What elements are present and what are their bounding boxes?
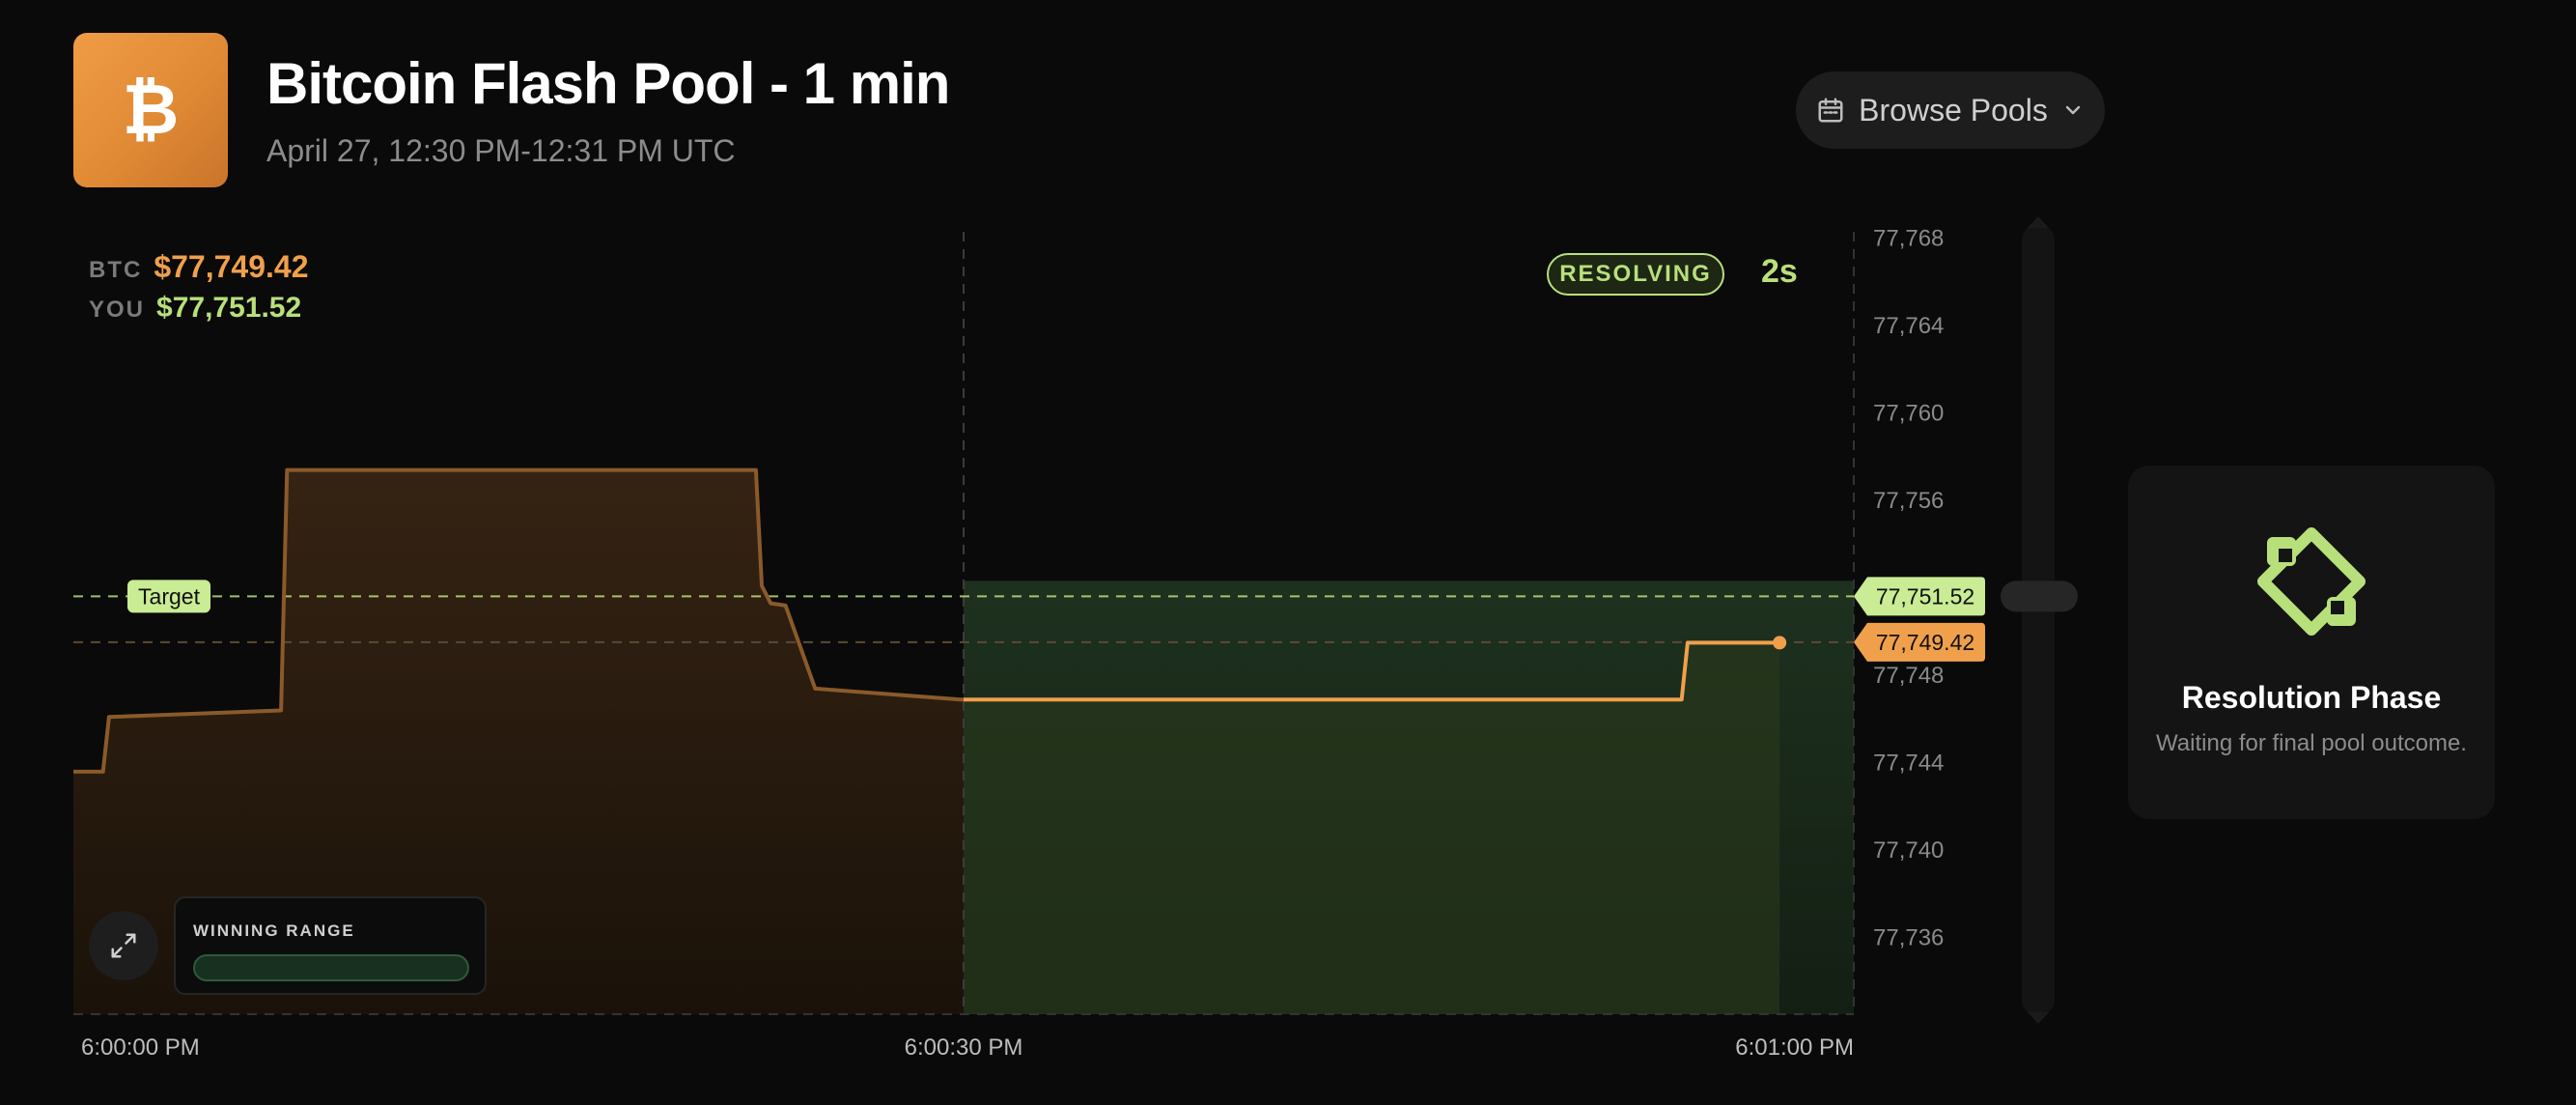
expand-button[interactable] <box>89 911 158 980</box>
panel-title: Resolution Phase <box>2181 680 2442 715</box>
target-label: Target <box>138 583 201 609</box>
btc-price-row: BTC $77,749.42 <box>89 249 308 285</box>
your-price: $77,751.52 <box>156 292 302 324</box>
resolution-icon <box>2257 527 2366 636</box>
y-tick-label: 77,764 <box>1873 313 1944 339</box>
slider-track <box>2022 224 2055 1016</box>
current-price-dot <box>1773 636 1787 650</box>
y-tick-label: 77,756 <box>1873 488 1944 514</box>
countdown-timer: 2s <box>1761 253 1798 290</box>
resolution-panel: Resolution Phase Waiting for final pool … <box>2128 466 2495 819</box>
slider-handle[interactable] <box>2001 581 2078 612</box>
y-tick-label: 77,736 <box>1873 925 1944 951</box>
winning-range-card: WINNING RANGE <box>174 896 487 995</box>
y-tick-label: 77,740 <box>1873 837 1944 864</box>
panel-subtitle: Waiting for final pool outcome. <box>2156 730 2467 756</box>
y-tick-label: 77,760 <box>1873 401 1944 427</box>
winning-range-bar <box>193 954 469 981</box>
you-tag: YOU <box>89 297 146 323</box>
x-tick-label: 6:00:00 PM <box>81 1034 200 1061</box>
x-tick-label: 6:01:00 PM <box>1735 1034 1854 1061</box>
your-price-row: YOU $77,751.52 <box>89 292 301 325</box>
target-value: 77,751.52 <box>1876 583 1974 609</box>
status-badge: RESOLVING <box>1547 253 1724 296</box>
btc-price: $77,749.42 <box>154 249 309 284</box>
y-tick-label: 77,748 <box>1873 663 1944 689</box>
slider-down-arrow <box>2028 1012 2049 1024</box>
slider-up-arrow <box>2028 216 2049 228</box>
x-tick-label: 6:00:30 PM <box>905 1034 1023 1061</box>
current-price-value: 77,749.42 <box>1876 630 1974 655</box>
expand-icon <box>111 933 136 958</box>
y-tick-label: 77,744 <box>1873 751 1944 777</box>
winning-range-label: WINNING RANGE <box>193 921 355 940</box>
btc-tag: BTC <box>89 257 143 283</box>
y-tick-label: 77,768 <box>1873 226 1944 252</box>
